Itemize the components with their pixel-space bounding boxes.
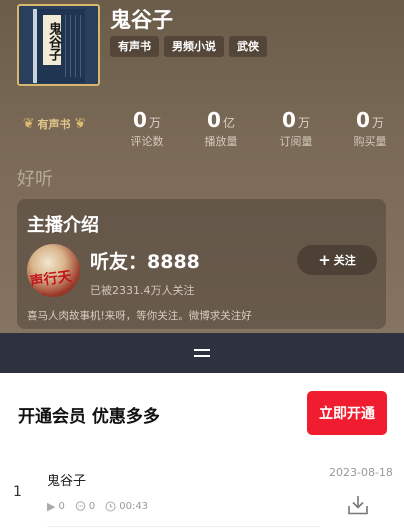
vip-open-button[interactable]: 立即开通: [307, 391, 387, 435]
follow-button[interactable]: + 关注: [297, 245, 377, 275]
track-plays: 0: [58, 501, 65, 512]
track-comments: 0: [88, 501, 96, 512]
tag-audiobook[interactable]: 有声书: [110, 36, 159, 57]
stat-subscriptions-unit: 万: [297, 116, 310, 130]
stat-plays-unit: 亿: [222, 116, 235, 130]
clock-icon: [105, 501, 116, 512]
album-section-title: 好听: [17, 169, 53, 190]
host-intro-card: 主播介绍 声行天下 听友：8888 已被2331.4万人关注 + 关注 喜马人肉…: [17, 199, 386, 329]
follow-button-label: 关注: [333, 254, 356, 267]
stat-subscriptions: 0万 订阅量: [261, 108, 331, 149]
stat-plays-label: 播放量: [204, 135, 238, 148]
stat-subscriptions-value: 0: [282, 108, 296, 132]
panel-drag-bar[interactable]: [0, 333, 404, 373]
stat-subscriptions-label: 订阅量: [279, 135, 313, 148]
host-description: 喜马人肉故事机!来呀，等你关注。微博求关注好: [27, 310, 252, 322]
stat-purchases: 0万 购买量: [335, 108, 404, 149]
album-title: 鬼谷子: [110, 8, 173, 32]
play-icon: ▶: [47, 500, 56, 513]
laurel-left-icon: ❦: [22, 116, 35, 132]
stat-purchases-value: 0: [356, 108, 370, 132]
tag-male-fiction[interactable]: 男频小说: [164, 36, 224, 57]
stat-comments-label: 评论数: [130, 135, 164, 148]
track-divider: [47, 526, 320, 527]
vip-promo-title: 开通会员 优惠多多: [18, 407, 160, 427]
track-meta: ▶ 0 0 00:43: [47, 500, 154, 513]
cover-book-art: 鬼谷子: [33, 9, 85, 83]
track-title[interactable]: 鬼谷子: [47, 470, 86, 489]
drag-handle-icon[interactable]: [194, 349, 210, 357]
plus-icon: +: [318, 251, 331, 269]
tag-wuxia[interactable]: 武侠: [229, 36, 267, 57]
audiobook-badge: ❦ 有声书 ❦: [20, 112, 88, 136]
download-icon[interactable]: [347, 495, 369, 515]
album-tags: 有声书 男频小说 武侠: [110, 36, 267, 57]
host-followers: 已被2331.4万人关注: [90, 284, 195, 297]
cover-title-text: 鬼谷子: [43, 15, 61, 65]
comment-icon: [75, 501, 86, 511]
stat-comments-value: 0: [133, 108, 147, 132]
track-duration: 00:43: [119, 501, 149, 512]
stat-comments-unit: 万: [148, 116, 161, 130]
avatar-logo-text: 声行天下: [28, 268, 73, 297]
host-intro-heading: 主播介绍: [27, 215, 99, 236]
stat-plays-value: 0: [207, 108, 221, 132]
stat-plays: 0亿 播放量: [186, 108, 256, 149]
host-avatar[interactable]: 声行天下: [27, 244, 80, 297]
track-index: 1: [13, 484, 22, 500]
audiobook-badge-label: 有声书: [37, 118, 71, 131]
album-cover[interactable]: 鬼谷子: [17, 4, 100, 86]
host-name[interactable]: 听友：8888: [90, 247, 200, 274]
album-stats: ❦ 有声书 ❦ 0万 评论数 0亿 播放量 0万 订阅量 0万 购买量: [0, 108, 404, 150]
track-date: 2023-08-18: [329, 466, 393, 479]
cover-decoration: [65, 15, 81, 77]
album-header: 鬼谷子 鬼谷子 有声书 男频小说 武侠 ❦ 有声书 ❦ 0万 评论数 0亿 播放…: [0, 0, 404, 333]
stat-purchases-label: 购买量: [353, 135, 387, 148]
stat-comments: 0万 评论数: [112, 108, 182, 149]
stat-purchases-unit: 万: [371, 116, 384, 130]
laurel-right-icon: ❦: [73, 116, 86, 132]
